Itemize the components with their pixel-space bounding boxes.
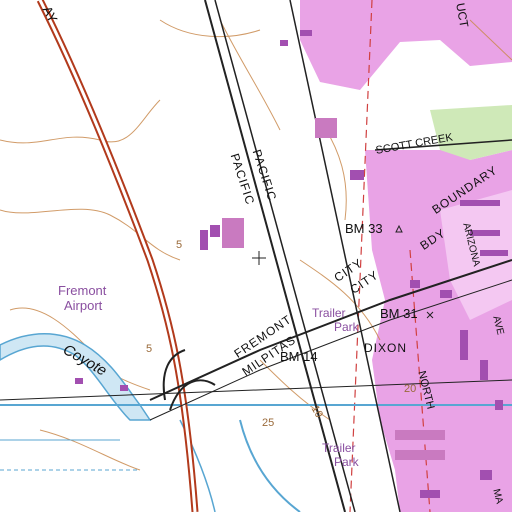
benchmark-33-label: BM 33 xyxy=(345,221,383,236)
contour-elevation-20-label: 20 xyxy=(404,383,417,395)
trailer-park-label-2b: Park xyxy=(334,455,359,469)
contour-elevation-25-label: 25 xyxy=(262,417,275,429)
trailer-park-label-2: Trailer xyxy=(322,441,356,455)
contour-elevation-5b-label: 5 xyxy=(146,343,153,355)
fremont-airport-label-2: Airport xyxy=(64,298,103,313)
trailer-park-label-1b: Park xyxy=(334,320,359,334)
topographic-map[interactable]: AY UCT SCOTT CREEK PACIFIC PACIFIC BM 33… xyxy=(0,0,512,512)
map-canvas xyxy=(0,0,512,512)
contour-elevation-5-label: 5 xyxy=(176,239,183,251)
aqueduct-label: UCT xyxy=(453,1,472,29)
benchmark-31-label: BM 31 xyxy=(380,306,418,321)
benchmark-14-label: BM 14 xyxy=(280,349,318,364)
fremont-airport-label: Fremont xyxy=(58,283,107,298)
dixon-road-label: DIXON xyxy=(364,341,408,355)
trailer-park-label-1: Trailer xyxy=(312,306,346,320)
